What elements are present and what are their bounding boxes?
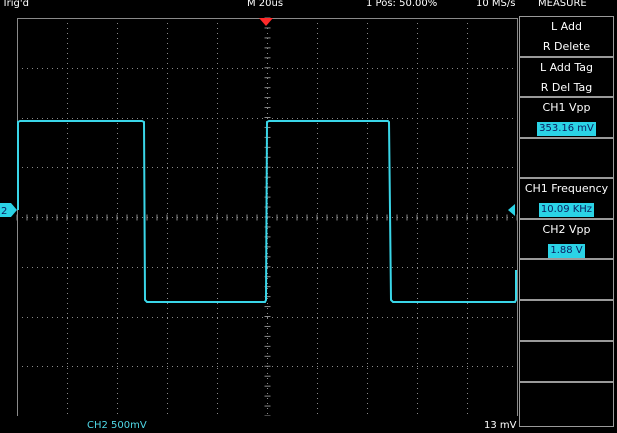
measurement-ch1-frequency[interactable]: CH1 Frequency 10.09 KHz [519,178,614,219]
delete-label: R Delete [542,40,591,53]
measurement-name: CH1 Frequency [524,182,609,195]
add-del-tag-button[interactable]: L Add Tag R Del Tag [519,57,614,97]
status-bar: Trig'd M 20us 1 Pos: 50.00% 10 MS/s MEAS… [0,0,617,10]
measurement-slot-empty[interactable] [519,300,614,341]
waveform-canvas[interactable]: 2 [0,10,518,416]
measurement-value: 353.16 mV [537,122,596,136]
sample-rate-readout: 10 MS/s [476,0,516,9]
add-label: L Add [551,20,582,33]
trigger-position-icon[interactable] [259,18,273,26]
measurement-slot-empty[interactable] [519,382,614,427]
trigger-level-arrow-icon[interactable] [508,204,515,216]
channel-marker-label: 2 [1,206,7,217]
ch2-waveform-trace [17,120,517,303]
measure-menu: L Add R Delete L Add Tag R Del Tag CH1 V… [519,10,617,431]
measurement-value: 1.88 V [548,244,585,258]
bottom-status-bar: CH2 500mV 13 mV [0,416,518,431]
trigger-status: Trig'd [2,0,29,9]
measurement-slot-empty[interactable] [519,138,614,178]
menu-title: MEASURE [538,0,587,9]
measurement-name: CH1 Vpp [542,101,591,114]
add-delete-button[interactable]: L Add R Delete [519,16,614,57]
del-tag-label: R Del Tag [540,81,593,94]
measurement-ch2-vpp[interactable]: CH2 Vpp 1.88 V [519,219,614,259]
waveform-display[interactable]: 2 [0,10,518,416]
add-tag-label: L Add Tag [539,61,594,74]
measurement-slot-empty[interactable] [519,259,614,300]
measurement-slot-empty[interactable] [519,341,614,382]
measurement-value: 10.09 KHz [538,203,595,217]
measurement-ch1-vpp[interactable]: CH1 Vpp 353.16 mV [519,97,614,138]
channel-ground-marker-icon[interactable]: 2 [0,203,17,217]
trigger-position-readout[interactable]: 1 Pos: 50.00% [366,0,437,9]
timebase-readout[interactable]: M 20us [247,0,283,9]
measurement-name: CH2 Vpp [542,223,591,236]
